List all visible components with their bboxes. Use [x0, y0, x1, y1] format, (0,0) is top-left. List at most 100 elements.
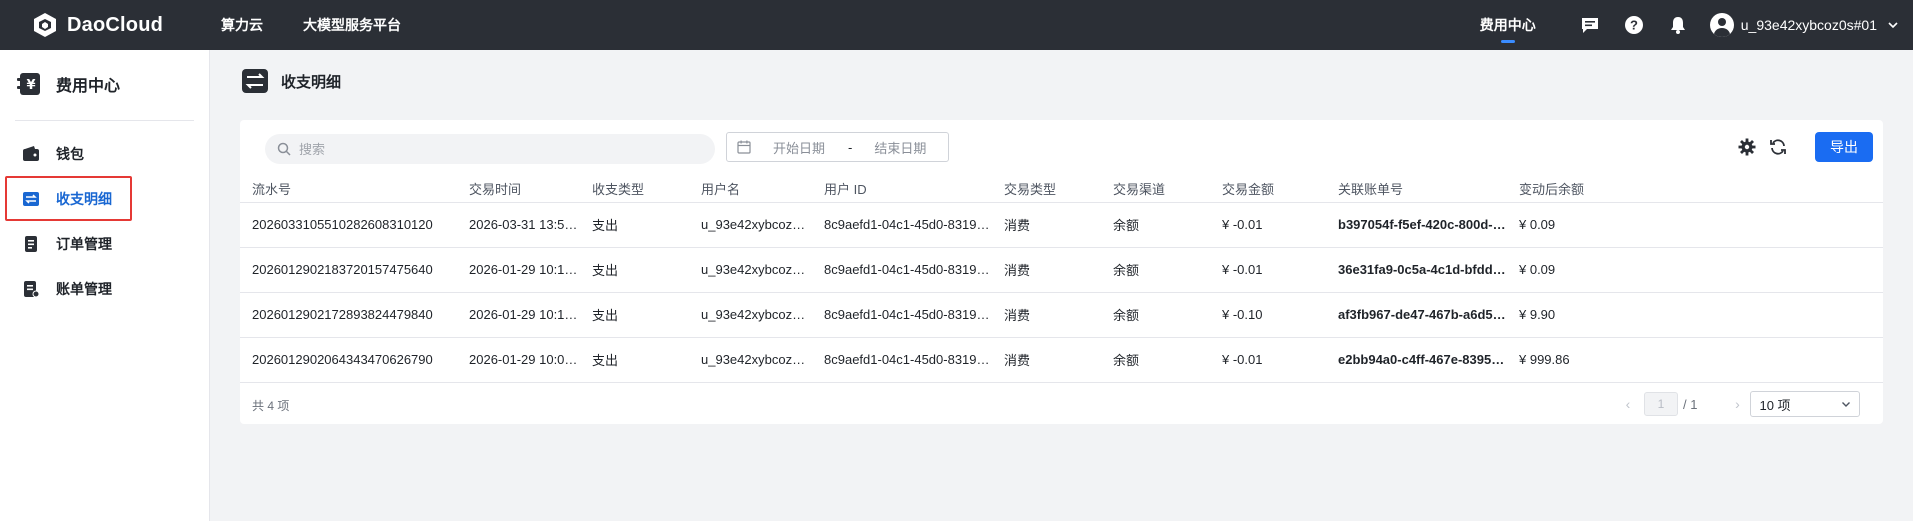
cell-serial-no: 2026012902064343470626790 — [240, 337, 457, 383]
export-button[interactable]: 导出 — [1815, 132, 1873, 162]
header-right: 费用中心 ? u_93e42xybcoz0s#01 — [1480, 0, 1913, 50]
sidebar-item-wallet[interactable]: 钱包 — [0, 131, 209, 176]
search-box[interactable] — [265, 134, 715, 164]
sidebar-item-label: 钱包 — [56, 145, 84, 162]
prev-page-icon[interactable]: ‹ — [1620, 396, 1636, 412]
cell-trade-time: 2026-01-29 10:18:38 — [457, 247, 580, 293]
table-header-row: 流水号 交易时间 收支类型 用户名 用户 ID 交易类型 交易渠道 交易金额 关联账单号 变动后余… — [240, 176, 1883, 203]
username: u_93e42xybcoz0s#01 — [1740, 17, 1877, 33]
column-header-user-id: 用户 ID — [812, 176, 992, 203]
column-header-trade-type: 交易类型 — [992, 176, 1101, 203]
total-count: 共 4 项 — [252, 399, 290, 413]
cell-user-id: 8c9aefd1-04c1-45d0-8319-38 — [812, 292, 992, 338]
column-header-io-type: 收支类型 — [580, 176, 689, 203]
cell-io-type: 支出 — [580, 202, 689, 248]
end-date-input[interactable]: 结束日期 — [874, 138, 926, 157]
page-total: / 1 — [1683, 396, 1698, 412]
cell-user-id: 8c9aefd1-04c1-45d0-8319-38 — [812, 202, 992, 248]
table-row[interactable]: 2026033105510282608310120 2026-03-31 13:5… — [240, 202, 1883, 248]
toolbar-actions: 导出 — [1737, 132, 1873, 162]
wallet-icon — [22, 145, 40, 163]
sidebar-item-label: 订单管理 — [56, 235, 112, 252]
search-icon — [277, 142, 291, 156]
cell-user-id: 8c9aefd1-04c1-45d0-8319-38 — [812, 247, 992, 293]
svg-text:?: ? — [1630, 18, 1638, 33]
cell-balance-after: ¥ 999.86 — [1507, 337, 1883, 383]
date-range-picker[interactable]: 开始日期 - 结束日期 — [726, 132, 949, 162]
notification-bell-icon[interactable] — [1666, 13, 1690, 37]
column-header-amount: 交易金额 — [1210, 176, 1326, 203]
transactions-card: 开始日期 - 结束日期 导出 流水号交易时间收支类型用户名用户 ID交易类型交易… — [240, 120, 1883, 424]
column-header-balance-after: 变动后余额 — [1507, 176, 1883, 203]
cell-user-id: 8c9aefd1-04c1-45d0-8319-38 — [812, 337, 992, 383]
page-size-value: 10 项 — [1759, 397, 1791, 413]
cell-amount: ¥ -0.01 — [1210, 337, 1326, 383]
toolbar: 开始日期 - 结束日期 导出 — [240, 120, 1883, 170]
cell-trade-time: 2026-01-29 10:06:44 — [457, 337, 580, 383]
top-nav-compute-cloud[interactable]: 算力云 — [221, 15, 263, 35]
column-header-trade-time: 交易时间 — [457, 176, 580, 203]
pagination: ‹ 1 / 1 › 10 项 — [1620, 391, 1861, 417]
svg-text:¥: ¥ — [26, 78, 35, 93]
cell-username: u_93e42xybcoz0s#01 — [689, 247, 812, 293]
top-tab-billing-center[interactable]: 费用中心 — [1480, 15, 1536, 43]
table-row[interactable]: 2026012902183720157475640 2026-01-29 10:1… — [240, 247, 1883, 293]
sidebar-item-bills[interactable]: 账单管理 — [0, 266, 209, 311]
top-nav-llm-platform[interactable]: 大模型服务平台 — [303, 15, 401, 35]
cell-trade-channel: 余额 — [1101, 202, 1210, 248]
cell-trade-channel: 余额 — [1101, 337, 1210, 383]
date-separator: - — [848, 139, 853, 155]
sidebar: ¥ 费用中心 钱包 收支明细 订单管理 账单管理 — [0, 50, 210, 521]
sidebar-item-orders[interactable]: 订单管理 — [0, 221, 209, 266]
table-footer: 共 4 项 ‹ 1 / 1 › 10 项 — [240, 385, 1883, 423]
cell-balance-after: ¥ 0.09 — [1507, 202, 1883, 248]
cell-username: u_93e42xybcoz0s#01 — [689, 202, 812, 248]
cell-bill-no: b397054f-f5ef-420c-800d-6d0 — [1326, 202, 1507, 248]
settings-gear-icon[interactable] — [1737, 137, 1757, 157]
table-row[interactable]: 2026012902064343470626790 2026-01-29 10:0… — [240, 337, 1883, 383]
highlight-box — [5, 176, 132, 221]
user-menu[interactable]: u_93e42xybcoz0s#01 — [1709, 13, 1899, 37]
cell-amount: ¥ -0.10 — [1210, 292, 1326, 338]
cell-serial-no: 2026012902172893824479840 — [240, 292, 457, 338]
order-icon — [22, 235, 40, 253]
sidebar-title: 费用中心 — [56, 78, 121, 95]
page-size-select[interactable]: 10 项 — [1750, 391, 1861, 417]
chevron-down-icon — [1842, 402, 1851, 407]
cell-trade-type: 消费 — [992, 337, 1101, 383]
cell-io-type: 支出 — [580, 337, 689, 383]
top-nav: 算力云 大模型服务平台 — [221, 15, 441, 35]
cell-trade-type: 消费 — [992, 202, 1101, 248]
chevron-down-icon — [1888, 22, 1898, 29]
sidebar-item-transactions[interactable]: 收支明细 — [0, 176, 209, 221]
cell-trade-type: 消费 — [992, 247, 1101, 293]
cell-username: u_93e42xybcoz0s#01 — [689, 337, 812, 383]
cell-bill-no: 36e31fa9-0c5a-4c1d-bfdd-434 — [1326, 247, 1507, 293]
bill-icon — [22, 280, 40, 298]
cell-trade-time: 2026-03-31 13:51:02 — [457, 202, 580, 248]
sidebar-header: ¥ 费用中心 — [0, 50, 209, 118]
refresh-icon[interactable] — [1768, 137, 1788, 157]
message-icon[interactable] — [1578, 13, 1602, 37]
page-header: 收支明细 — [241, 67, 341, 95]
cell-trade-channel: 余额 — [1101, 247, 1210, 293]
cell-serial-no: 2026033105510282608310120 — [240, 202, 457, 248]
logo[interactable]: DaoCloud — [31, 11, 221, 39]
cell-bill-no: e2bb94a0-c4ff-467e-8395-0a — [1326, 337, 1507, 383]
cell-serial-no: 2026012902183720157475640 — [240, 247, 457, 293]
divider — [15, 120, 194, 121]
column-header-username: 用户名 — [689, 176, 812, 203]
cell-trade-channel: 余额 — [1101, 292, 1210, 338]
start-date-input[interactable]: 开始日期 — [773, 138, 825, 157]
search-input[interactable] — [299, 141, 699, 157]
avatar — [1709, 13, 1734, 37]
daocloud-logo-icon — [34, 13, 56, 37]
next-page-icon[interactable]: › — [1729, 396, 1745, 412]
cell-amount: ¥ -0.01 — [1210, 202, 1326, 248]
help-icon[interactable]: ? — [1622, 13, 1646, 37]
page-title: 收支明细 — [281, 73, 342, 91]
table-row[interactable]: 2026012902172893824479840 2026-01-29 10:1… — [240, 292, 1883, 338]
column-header-trade-channel: 交易渠道 — [1101, 176, 1210, 203]
page-number-input[interactable]: 1 — [1644, 392, 1678, 416]
cell-bill-no: af3fb967-de47-467b-a6d5-99 — [1326, 292, 1507, 338]
